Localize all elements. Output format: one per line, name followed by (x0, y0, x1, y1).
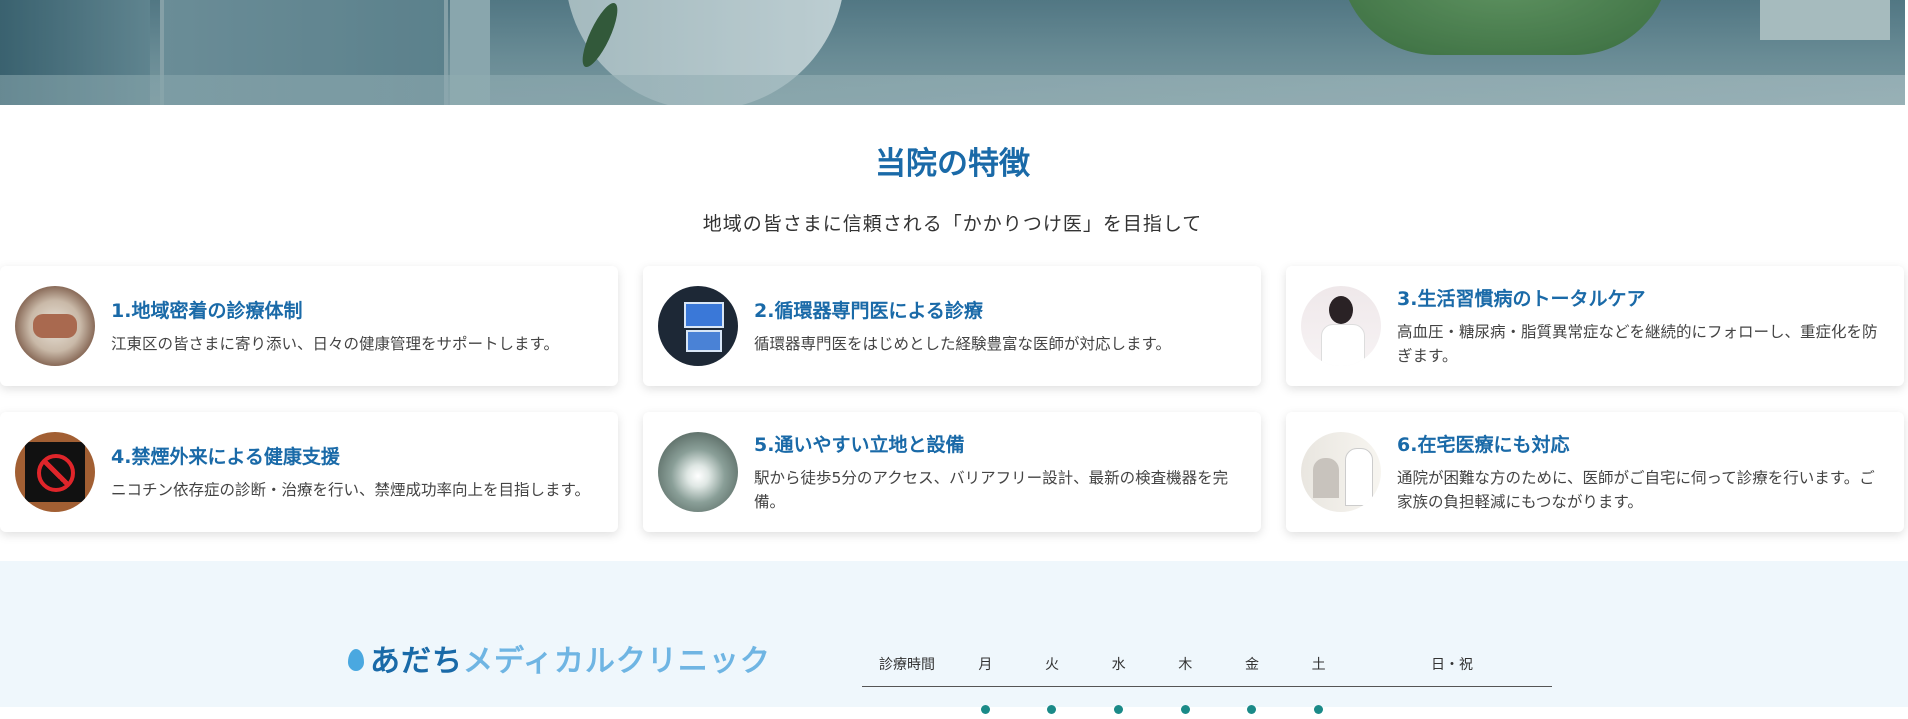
hours-header-mon: 月 (952, 652, 1019, 687)
feature-title-1: 1.地域密着の診療体制 (111, 296, 602, 323)
logo-text-main: あだち (370, 636, 463, 680)
hours-row (862, 687, 1552, 719)
hero-image (0, 0, 1905, 105)
feature-image-2 (658, 286, 738, 366)
hours-header-label: 診療時間 (862, 652, 952, 687)
feature-image-3 (1301, 286, 1381, 366)
open-mark (1047, 705, 1056, 714)
hours-header-fri: 金 (1219, 652, 1286, 687)
feature-image-4 (15, 432, 95, 512)
open-mark (1314, 705, 1323, 714)
feature-card-1: 1.地域密着の診療体制 江東区の皆さまに寄り添い、日々の健康管理をサポートします… (0, 266, 618, 386)
section-subtitle: 地域の皆さまに信頼される「かかりつけ医」を目指して (0, 209, 1905, 236)
feature-card-2: 2.循環器専門医による診療 循環器専門医をはじめとした経験豊富な医師が対応します… (643, 266, 1261, 386)
water-drop-icon (348, 649, 364, 671)
clinic-logo[interactable]: あだち メディカルクリニック (348, 636, 771, 680)
feature-image-6 (1301, 432, 1381, 512)
hours-header-wed: 水 (1085, 652, 1152, 687)
open-mark (1181, 705, 1190, 714)
feature-card-3: 3.生活習慣病のトータルケア 高血圧・糖尿病・脂質異常症などを継続的にフォローし… (1286, 266, 1904, 386)
feature-image-1 (15, 286, 95, 366)
feature-text-6: 通院が困難な方のために、医師がご自宅に伺って診療を行います。ご家族の負担軽減にも… (1397, 466, 1888, 514)
feature-text-2: 循環器専門医をはじめとした経験豊富な医師が対応します。 (754, 332, 1245, 356)
feature-card-6: 6.在宅医療にも対応 通院が困難な方のために、医師がご自宅に伺って診療を行います… (1286, 412, 1904, 532)
feature-image-5 (658, 432, 738, 512)
hours-header-tue: 火 (1019, 652, 1086, 687)
hours-header-sun: 日・祝 (1352, 652, 1552, 687)
feature-title-6: 6.在宅医療にも対応 (1397, 430, 1888, 457)
hours-header-row: 診療時間 月 火 水 木 金 土 日・祝 (862, 652, 1552, 687)
hours-header-sat: 土 (1285, 652, 1352, 687)
feature-title-5: 5.通いやすい立地と設備 (754, 430, 1245, 457)
feature-text-3: 高血圧・糖尿病・脂質異常症などを継続的にフォローし、重症化を防ぎます。 (1397, 320, 1888, 368)
feature-title-3: 3.生活習慣病のトータルケア (1397, 284, 1888, 311)
feature-title-4: 4.禁煙外来による健康支援 (111, 442, 602, 469)
feature-title-2: 2.循環器専門医による診療 (754, 296, 1245, 323)
section-title: 当院の特徴 (0, 138, 1905, 183)
feature-text-5: 駅から徒歩5分のアクセス、バリアフリー設計、最新の検査機器を完備。 (754, 466, 1245, 514)
open-mark (981, 705, 990, 714)
open-mark (1247, 705, 1256, 714)
hours-table: 診療時間 月 火 水 木 金 土 日・祝 (862, 652, 1552, 719)
feature-card-5: 5.通いやすい立地と設備 駅から徒歩5分のアクセス、バリアフリー設計、最新の検査… (643, 412, 1261, 532)
feature-card-4: 4.禁煙外来による健康支援 ニコチン依存症の診断・治療を行い、禁煙成功率向上を目… (0, 412, 618, 532)
hours-header-thu: 木 (1152, 652, 1219, 687)
feature-text-4: ニコチン依存症の診断・治療を行い、禁煙成功率向上を目指します。 (111, 478, 602, 502)
open-mark (1114, 705, 1123, 714)
feature-text-1: 江東区の皆さまに寄り添い、日々の健康管理をサポートします。 (111, 332, 602, 356)
logo-text-sub: メディカルクリニック (463, 636, 771, 680)
